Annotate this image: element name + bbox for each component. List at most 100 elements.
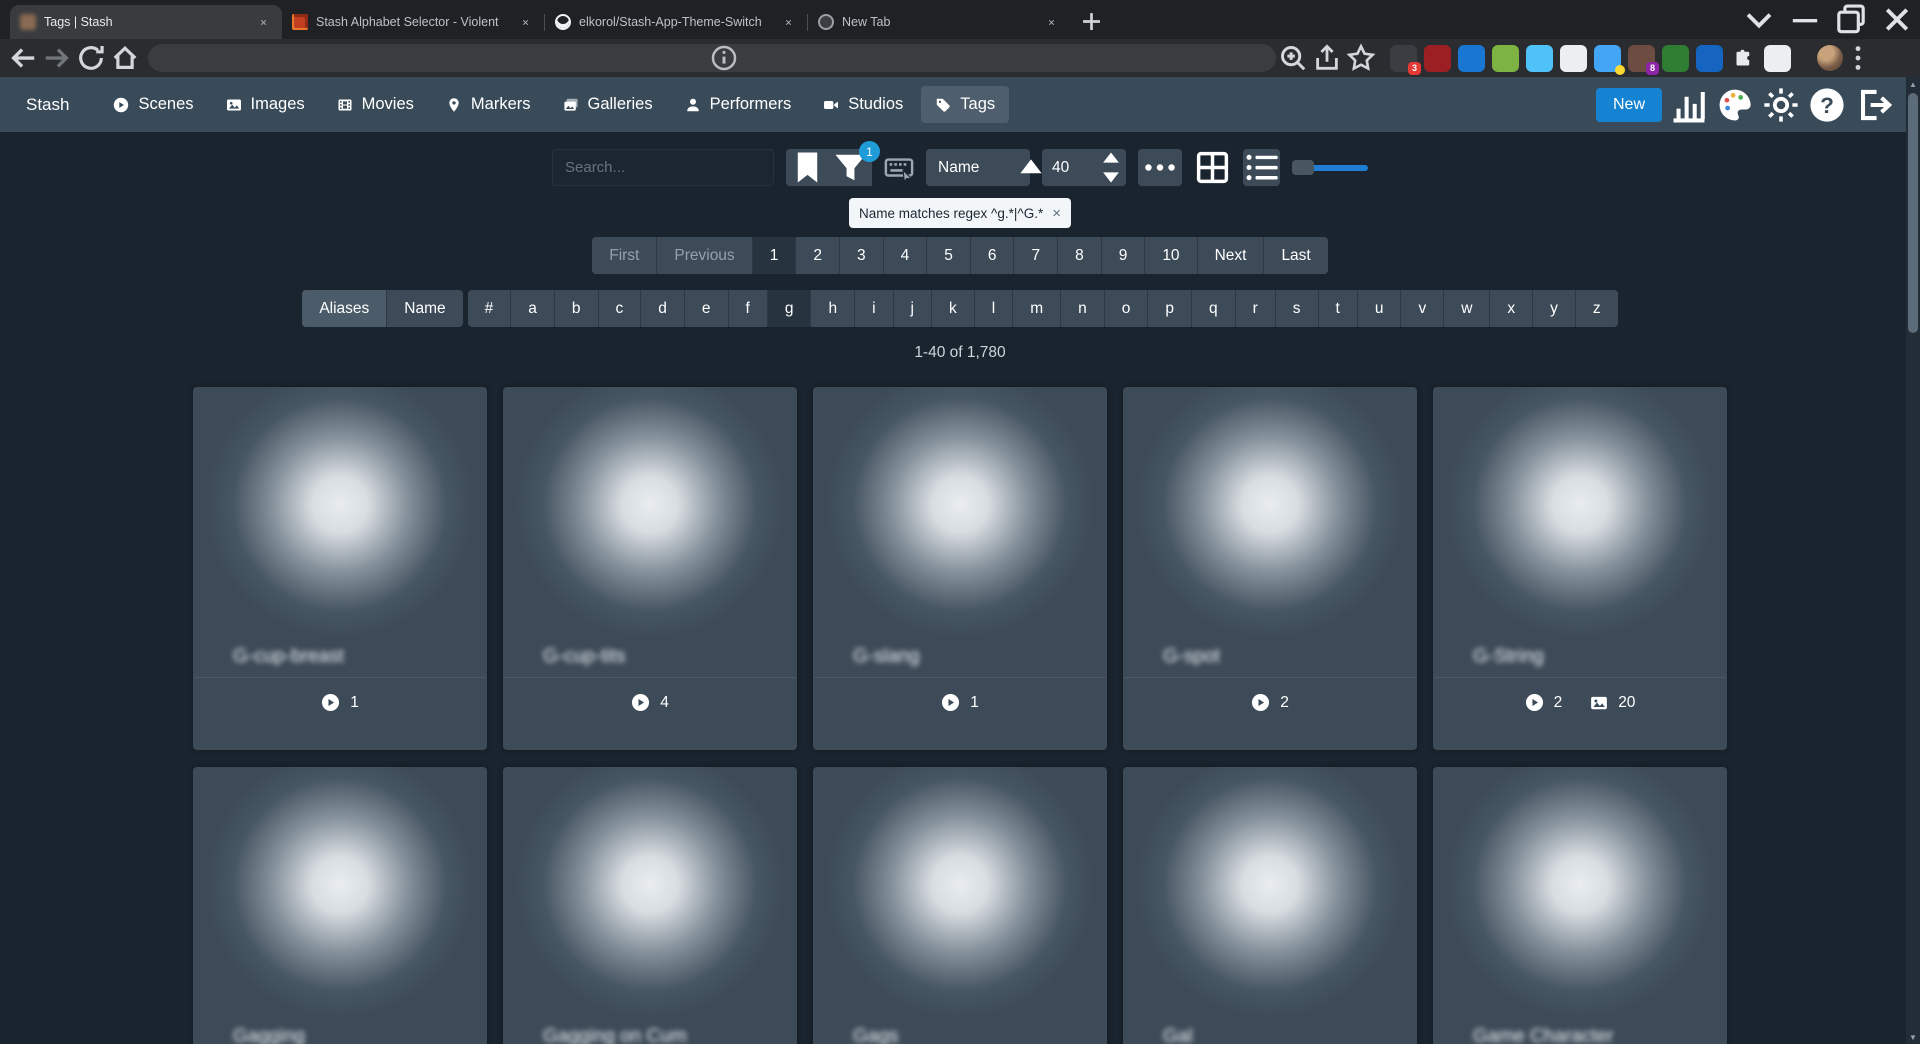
scene-count[interactable]: 1 bbox=[941, 693, 979, 712]
bookmark-page-button[interactable] bbox=[1344, 43, 1378, 73]
nav-item-movies[interactable]: Movies bbox=[323, 86, 428, 123]
window-tool-extension[interactable] bbox=[1458, 45, 1485, 72]
tag-card-image[interactable] bbox=[813, 767, 1107, 1017]
browser-tab[interactable]: New Tab bbox=[808, 5, 1070, 39]
alphabet-letter-g[interactable]: g bbox=[768, 290, 812, 327]
alphabet-letter-u[interactable]: u bbox=[1358, 290, 1402, 327]
settings-button[interactable] bbox=[1762, 86, 1800, 124]
alphabet-letter-k[interactable]: k bbox=[932, 290, 975, 327]
logout-button[interactable] bbox=[1854, 86, 1892, 124]
tag-name[interactable]: G-spot bbox=[1123, 637, 1417, 677]
restore-button[interactable] bbox=[1828, 0, 1874, 39]
alphabet-letter-f[interactable]: f bbox=[729, 290, 768, 327]
page-next-button[interactable]: Next bbox=[1198, 237, 1265, 274]
tag-card-image[interactable] bbox=[1123, 767, 1417, 1017]
globe-extension[interactable] bbox=[1696, 45, 1723, 72]
alphabet-letter-n[interactable]: n bbox=[1061, 290, 1105, 327]
alphabet-mode-name[interactable]: Name bbox=[387, 290, 462, 327]
alphabet-letter-r[interactable]: r bbox=[1236, 290, 1276, 327]
tag-card-image[interactable] bbox=[1123, 387, 1417, 637]
page-7-button[interactable]: 7 bbox=[1014, 237, 1058, 274]
reader-panel-extension[interactable] bbox=[1764, 45, 1791, 72]
document-extension[interactable] bbox=[1594, 45, 1621, 72]
tampermonkey-extension[interactable]: 8 bbox=[1628, 45, 1655, 72]
back-button[interactable] bbox=[6, 43, 40, 73]
tab-close-button[interactable] bbox=[1043, 14, 1060, 31]
tab-close-button[interactable] bbox=[517, 14, 534, 31]
page-previous-button[interactable]: Previous bbox=[657, 237, 752, 274]
page-1-button[interactable]: 1 bbox=[753, 237, 797, 274]
nav-item-images[interactable]: Images bbox=[212, 86, 319, 123]
page-first-button[interactable]: First bbox=[592, 237, 657, 274]
alphabet-letter-e[interactable]: e bbox=[685, 290, 729, 327]
alphabet-letter-o[interactable]: o bbox=[1105, 290, 1149, 327]
alphabet-letter-x[interactable]: x bbox=[1490, 290, 1533, 327]
saved-filters-button[interactable] bbox=[786, 149, 829, 186]
screen-capture-extension[interactable]: 3 bbox=[1390, 45, 1417, 72]
alphabet-letter-j[interactable]: j bbox=[894, 290, 932, 327]
theme-switcher-button[interactable] bbox=[1716, 86, 1754, 124]
page-4-button[interactable]: 4 bbox=[884, 237, 928, 274]
new-tab-button[interactable] bbox=[1078, 8, 1105, 35]
tag-name[interactable]: Gags bbox=[813, 1017, 1107, 1044]
filter-chip-close[interactable]: × bbox=[1052, 206, 1061, 221]
tab-close-button[interactable] bbox=[780, 14, 797, 31]
sort-dropdown[interactable]: Name bbox=[926, 149, 1030, 186]
alphabet-letter-q[interactable]: q bbox=[1192, 290, 1236, 327]
alphabet-letter-b[interactable]: b bbox=[555, 290, 599, 327]
scroll-down-arrow[interactable]: ▼ bbox=[1906, 1030, 1920, 1044]
alphabet-letter-w[interactable]: w bbox=[1444, 290, 1490, 327]
tag-name[interactable]: G-String bbox=[1433, 637, 1727, 677]
alphabet-letter-i[interactable]: i bbox=[855, 290, 893, 327]
alphabet-mode-aliases[interactable]: Aliases bbox=[302, 290, 387, 327]
alphabet-letter-v[interactable]: v bbox=[1401, 290, 1444, 327]
scene-count[interactable]: 4 bbox=[631, 693, 669, 712]
page-6-button[interactable]: 6 bbox=[971, 237, 1015, 274]
shortcuts-button[interactable] bbox=[884, 153, 914, 183]
alphabet-letter-hash[interactable]: # bbox=[468, 290, 512, 327]
page-8-button[interactable]: 8 bbox=[1058, 237, 1102, 274]
ublock-origin-extension[interactable] bbox=[1424, 45, 1451, 72]
tag-card-image[interactable] bbox=[503, 387, 797, 637]
tag-card-image[interactable] bbox=[1433, 387, 1727, 637]
tab-list-chevron-button[interactable] bbox=[1736, 0, 1782, 39]
scene-count[interactable]: 1 bbox=[321, 693, 359, 712]
tag-name[interactable]: Gal bbox=[1123, 1017, 1417, 1044]
alphabet-letter-z[interactable]: z bbox=[1576, 290, 1618, 327]
card-zoom-slider[interactable] bbox=[1292, 160, 1368, 176]
puzzle-extensions-menu[interactable] bbox=[1730, 45, 1757, 72]
page-size-select[interactable]: 40 bbox=[1042, 149, 1126, 186]
alphabet-letter-d[interactable]: d bbox=[641, 290, 685, 327]
share-button[interactable] bbox=[1310, 43, 1344, 73]
home-button[interactable] bbox=[108, 43, 142, 73]
alphabet-letter-y[interactable]: y bbox=[1533, 290, 1576, 327]
tag-name[interactable]: G-cup-breast bbox=[193, 637, 487, 677]
tag-name[interactable]: Gagging bbox=[193, 1017, 487, 1044]
page-last-button[interactable]: Last bbox=[1264, 237, 1327, 274]
alphabet-letter-a[interactable]: a bbox=[511, 290, 555, 327]
tag-card-image[interactable] bbox=[193, 387, 487, 637]
tag-name[interactable]: G-cup-tits bbox=[503, 637, 797, 677]
carrot-extension[interactable] bbox=[1492, 45, 1519, 72]
alphabet-letter-s[interactable]: s bbox=[1276, 290, 1319, 327]
address-bar[interactable]: localhost:9999/tags?c=("type":"name","va… bbox=[148, 44, 1276, 72]
search-input[interactable] bbox=[552, 149, 774, 186]
page-10-button[interactable]: 10 bbox=[1145, 237, 1197, 274]
scroll-up-arrow[interactable]: ▲ bbox=[1906, 77, 1920, 91]
tab-close-button[interactable] bbox=[255, 14, 272, 31]
more-options-button[interactable] bbox=[1138, 149, 1182, 186]
stats-button[interactable] bbox=[1670, 86, 1708, 124]
forward-button[interactable] bbox=[40, 43, 74, 73]
downloader-extension[interactable] bbox=[1560, 45, 1587, 72]
image-count[interactable]: 20 bbox=[1590, 693, 1635, 712]
grid-view-button[interactable] bbox=[1194, 149, 1231, 186]
alphabet-letter-m[interactable]: m bbox=[1013, 290, 1061, 327]
page-2-button[interactable]: 2 bbox=[796, 237, 840, 274]
close-window-button[interactable] bbox=[1874, 0, 1920, 39]
filter-chip[interactable]: Name matches regex ^g.*|^G.* × bbox=[849, 198, 1071, 228]
browser-tab[interactable]: Stash Alphabet Selector - Violent bbox=[282, 5, 544, 39]
scene-count[interactable]: 2 bbox=[1525, 693, 1563, 712]
nav-item-scenes[interactable]: Scenes bbox=[99, 86, 207, 123]
nav-item-tags[interactable]: Tags bbox=[921, 86, 1009, 123]
slider-handle[interactable] bbox=[1292, 160, 1314, 175]
